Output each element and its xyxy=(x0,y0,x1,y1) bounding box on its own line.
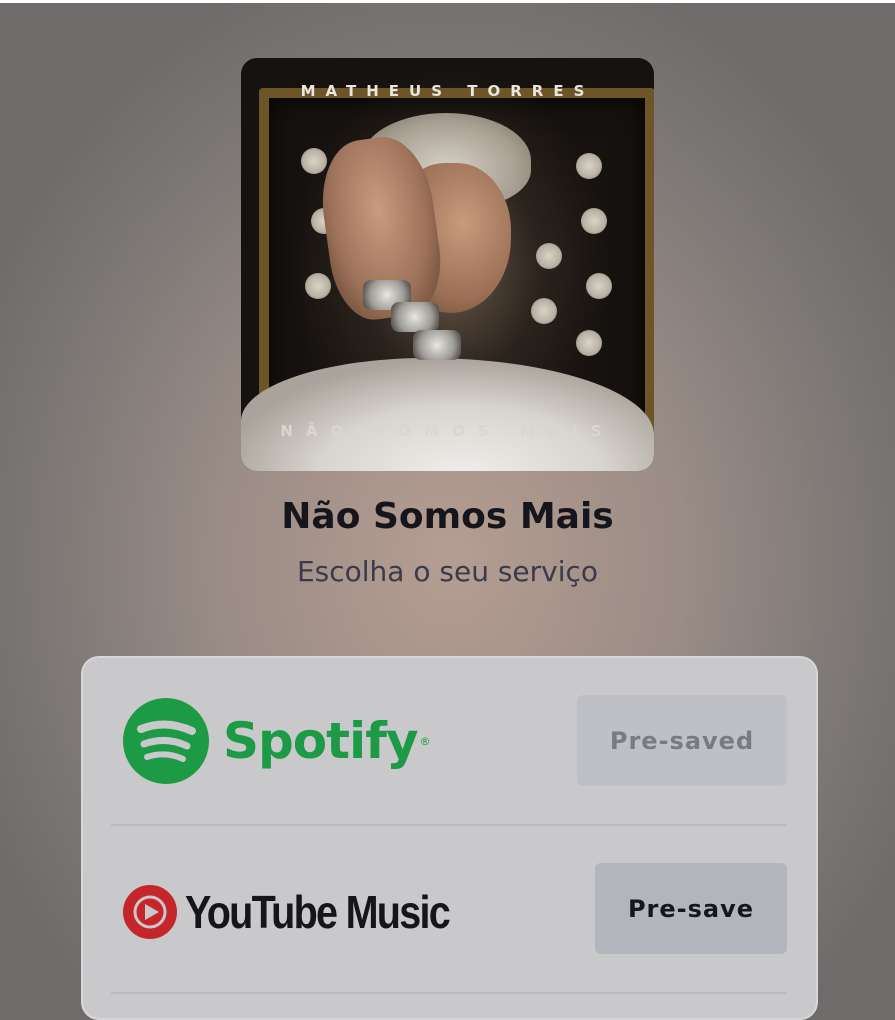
service-row-youtube-music: YouTube Music Pre-save xyxy=(83,826,816,994)
cover-clock xyxy=(576,153,602,179)
spotify-logo: Spotify ® xyxy=(123,698,431,784)
service-row-spotify: Spotify ® Pre-saved xyxy=(83,658,816,826)
divider xyxy=(111,992,787,994)
release-title: Não Somos Mais xyxy=(281,496,614,537)
youtube-music-icon xyxy=(123,885,177,939)
cover-clock xyxy=(531,298,557,324)
services-card: Spotify ® Pre-saved YouTube Music Pre-sav… xyxy=(81,656,818,1020)
cover-watch xyxy=(413,330,461,360)
registered-mark: ® xyxy=(419,734,431,748)
youtube-music-wordmark: YouTube Music xyxy=(185,886,451,938)
cover-clock xyxy=(576,330,602,356)
cover-clock xyxy=(581,208,607,234)
cover-artist-text: MATHEUS TORRES xyxy=(300,82,595,100)
cover-title-text: NÃO SOMOS MAIS xyxy=(280,422,615,440)
spotify-presaved-button[interactable]: Pre-saved xyxy=(577,695,787,786)
cover-clock xyxy=(301,148,327,174)
cover-clock xyxy=(305,273,331,299)
cover-clock xyxy=(586,273,612,299)
spotify-wordmark: Spotify xyxy=(223,712,419,770)
top-edge xyxy=(0,0,895,3)
release-subtitle: Escolha o seu serviço xyxy=(296,555,599,588)
cover-watch xyxy=(391,302,439,332)
spotify-icon xyxy=(123,698,209,784)
album-cover: MATHEUS TORRES NÃO SOMOS MAIS xyxy=(241,58,654,471)
youtube-music-logo: YouTube Music xyxy=(123,884,492,940)
cover-clock xyxy=(536,243,562,269)
youtube-music-presave-button[interactable]: Pre-save xyxy=(595,863,787,954)
